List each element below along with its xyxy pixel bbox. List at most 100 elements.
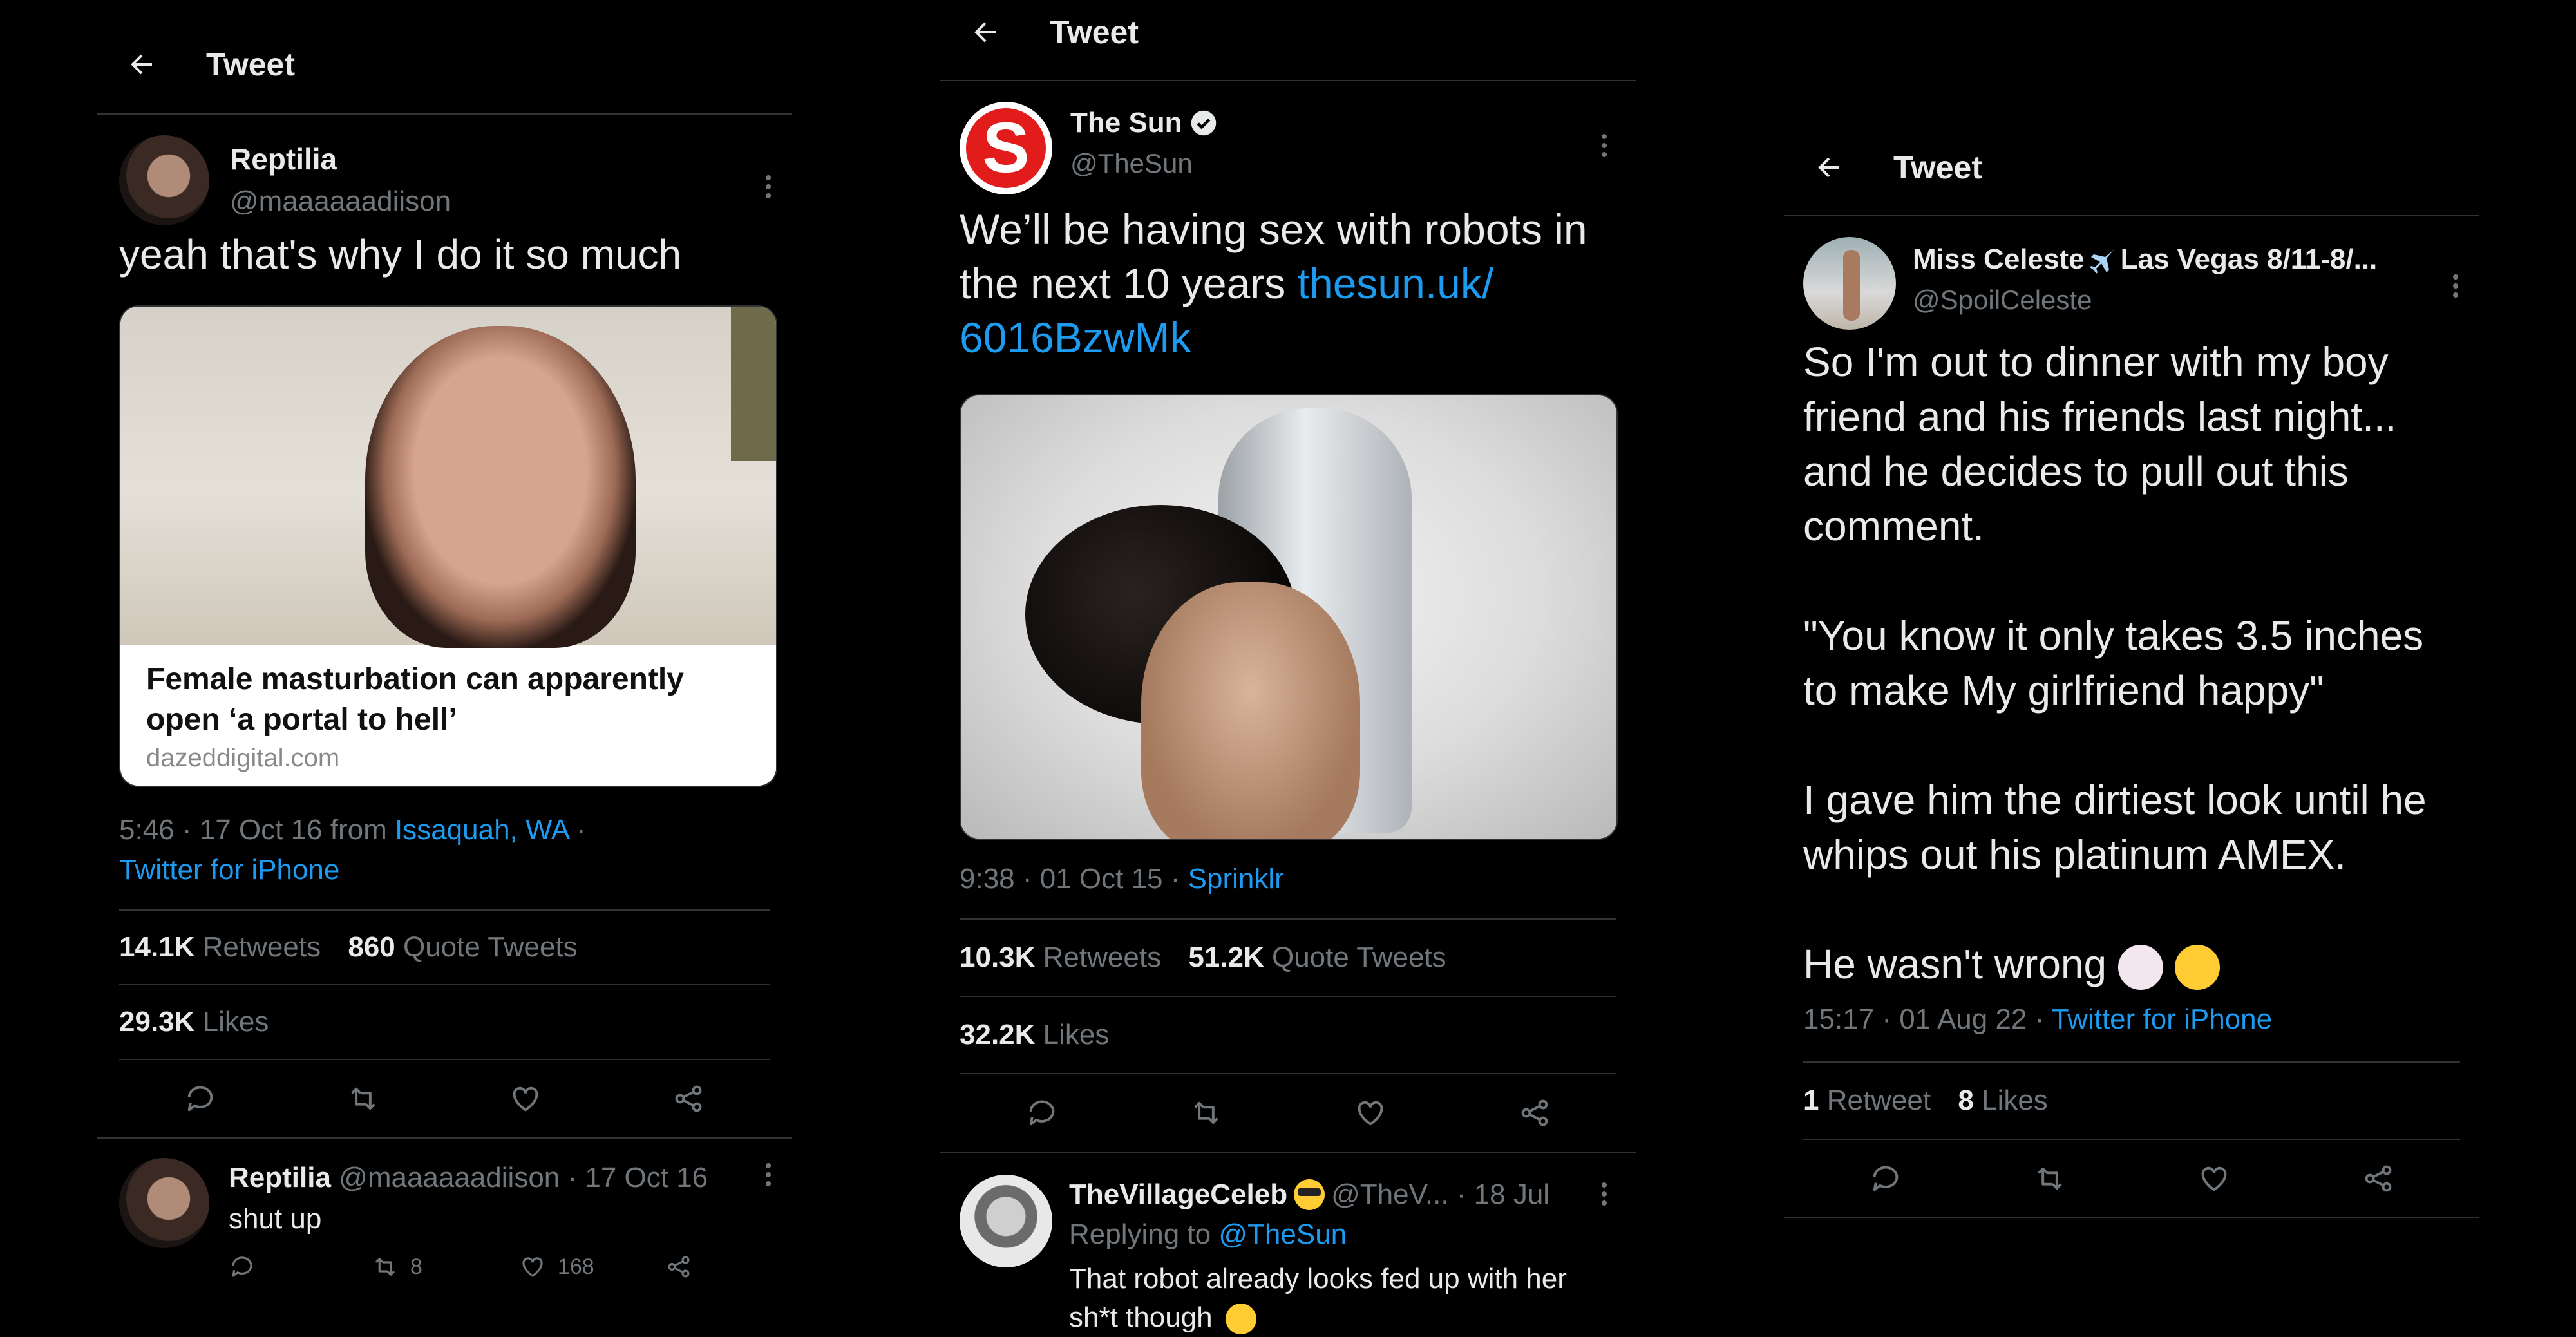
like-icon[interactable] (519, 1253, 546, 1280)
card-title: Female masturbation can apparently (146, 662, 684, 696)
reply-author-name[interactable]: Reptilia (229, 1162, 331, 1193)
quotes-stat[interactable]: 51.2K Quote Tweets (1188, 942, 1446, 973)
author-name[interactable]: The Sun (1070, 107, 1182, 139)
reply-handle-date[interactable]: @TheV... · 18 Jul (1331, 1179, 1549, 1211)
reply-icon[interactable] (1025, 1096, 1059, 1130)
avatar[interactable] (960, 1175, 1052, 1267)
retweet-icon[interactable] (2033, 1162, 2067, 1195)
like-icon[interactable] (1354, 1096, 1387, 1130)
link-card[interactable]: Female masturbation can apparently open … (119, 305, 777, 787)
like-icon[interactable] (509, 1082, 542, 1115)
reply-like-count: 168 (557, 1254, 594, 1279)
back-arrow-icon[interactable] (122, 45, 161, 84)
tweet-text-line1: We’ll be having sex with robots in (960, 205, 1587, 253)
tweet-panel-1: Tweet Reptilia @maaaaaadiison yeah that'… (97, 32, 792, 1280)
reply-tweet[interactable]: TheVillageCeleb @TheV... · 18 Jul Replyi… (940, 1175, 1636, 1337)
author-name[interactable]: Reptilia (230, 142, 451, 176)
like-icon[interactable] (2197, 1162, 2231, 1195)
back-arrow-icon[interactable] (966, 13, 1005, 52)
tweet-link[interactable]: thesun.uk/ (1298, 260, 1494, 307)
tweet-panel-2: Tweet S The Sun @TheSun We’ll be having … (940, 0, 1636, 1337)
tweet-text: So I'm out to dinner with my boy friend … (1803, 335, 2460, 992)
divider (97, 1137, 792, 1139)
stats-row: 14.1K Retweets 860 Quote Tweets (119, 911, 770, 984)
author-handle[interactable]: @TheSun (1070, 148, 1217, 179)
quotes-stat[interactable]: 860 Quote Tweets (348, 931, 577, 963)
source-link[interactable]: Twitter for iPhone (119, 854, 339, 886)
eye-roll-emoji-icon (1225, 1304, 1256, 1335)
the-sun-logo-icon: S (982, 108, 1030, 187)
tweet-text: We’ll be having sex with robots in the n… (960, 202, 1616, 365)
tweet-meta: 9:38 · 01 Oct 15 · Sprinklr (960, 863, 1616, 895)
share-icon[interactable] (672, 1082, 705, 1115)
timestamp[interactable]: 15:17 · 01 Aug 22 · (1803, 1003, 2052, 1035)
retweet-icon[interactable] (1189, 1096, 1223, 1130)
author-handle[interactable]: @SpoilCeleste (1913, 285, 2377, 316)
retweet-icon[interactable] (372, 1253, 399, 1280)
likes-row[interactable]: 32.2K Likes (960, 997, 1616, 1073)
author-name[interactable]: Miss Celeste (1913, 243, 2085, 276)
tweet-text-line: So I'm out to dinner with my boy (1803, 339, 2389, 385)
meta-separator: · (568, 814, 586, 846)
action-bar (1803, 1140, 2460, 1217)
stats-row: 10.3K Retweets 51.2K Quote Tweets (960, 920, 1616, 996)
more-icon[interactable] (1600, 133, 1609, 158)
reply-icon[interactable] (1869, 1162, 1902, 1195)
tweet-text: yeah that's why I do it so much (119, 231, 682, 278)
share-icon[interactable] (2362, 1162, 2395, 1195)
source-link[interactable]: Sprinklr (1188, 863, 1284, 895)
timestamp[interactable]: 9:38 · 01 Oct 15 · (960, 863, 1188, 895)
reply-tweet[interactable]: Reptilia @maaaaaadiison · 17 Oct 16 shut… (97, 1158, 792, 1280)
likes-row[interactable]: 29.3K Likes (119, 985, 770, 1059)
avatar[interactable]: S (960, 102, 1052, 194)
tweet-meta: 15:17 · 01 Aug 22 · Twitter for iPhone (1803, 1003, 2460, 1036)
card-title-2: open ‘a portal to hell’ (146, 703, 457, 737)
retweets-stat[interactable]: 1 Retweet (1803, 1085, 1931, 1116)
tweet-text-line: He wasn't wrong (1803, 941, 2118, 987)
action-bar (960, 1074, 1616, 1152)
tears-of-joy-emoji-icon (2174, 945, 2220, 991)
share-icon[interactable] (665, 1253, 692, 1280)
reply-author-name[interactable]: TheVillageCeleb (1069, 1179, 1287, 1211)
reply-icon[interactable] (184, 1082, 217, 1115)
reply-icon[interactable] (229, 1253, 256, 1280)
reply-text: shut up (229, 1203, 322, 1235)
reply-handle-date[interactable]: @maaaaaadiison · 17 Oct 16 (339, 1162, 708, 1193)
more-icon[interactable] (764, 174, 773, 200)
sunglasses-emoji-icon (1294, 1179, 1325, 1210)
more-icon[interactable] (2451, 273, 2460, 299)
back-arrow-icon[interactable] (1810, 148, 1848, 187)
avatar[interactable] (119, 1158, 209, 1248)
retweets-stat[interactable]: 10.3K Retweets (960, 942, 1161, 973)
share-icon[interactable] (1518, 1096, 1551, 1130)
stats-row: 1 Retweet 8 Likes (1803, 1063, 2460, 1139)
tweet-image[interactable] (960, 394, 1618, 840)
divider (940, 1152, 1636, 1153)
card-image (120, 307, 776, 648)
timestamp[interactable]: 5:46 · 17 Oct 16 from (119, 814, 395, 846)
author-handle[interactable]: @maaaaaadiison (230, 185, 451, 218)
header-title: Tweet (1893, 149, 1982, 185)
reply-retweet-count: 8 (410, 1254, 422, 1279)
tweet-text-line: to make My girlfriend happy" (1803, 667, 2324, 714)
more-icon[interactable] (1600, 1181, 1609, 1207)
avatar[interactable] (119, 135, 209, 225)
divider (97, 113, 792, 115)
airplane-icon (2087, 244, 2118, 275)
replying-to-link[interactable]: @TheSun (1218, 1218, 1347, 1250)
verified-icon (1190, 109, 1217, 137)
tweet-panel-3: Tweet Miss Celeste Las Vegas 8/11-8/... … (1784, 135, 2479, 1218)
author-name-suffix[interactable]: Las Vegas 8/11-8/... (2121, 243, 2378, 276)
more-icon[interactable] (764, 1162, 773, 1188)
avatar[interactable] (1803, 237, 1896, 330)
likes-stat[interactable]: 8 Likes (1958, 1085, 2047, 1116)
header-title: Tweet (206, 46, 295, 82)
location-link[interactable]: Issaquah, WA (395, 814, 569, 846)
likes-label: Likes (202, 1006, 269, 1038)
tweet-link-cont[interactable]: 6016BzwMk (960, 314, 1191, 361)
retweet-icon[interactable] (346, 1082, 380, 1115)
tweet-text-line2: the next 10 years (960, 260, 1298, 307)
reply-text: That robot already looks fed up with her… (1069, 1260, 1616, 1337)
retweets-stat[interactable]: 14.1K Retweets (119, 931, 321, 963)
source-link[interactable]: Twitter for iPhone (2052, 1003, 2272, 1035)
